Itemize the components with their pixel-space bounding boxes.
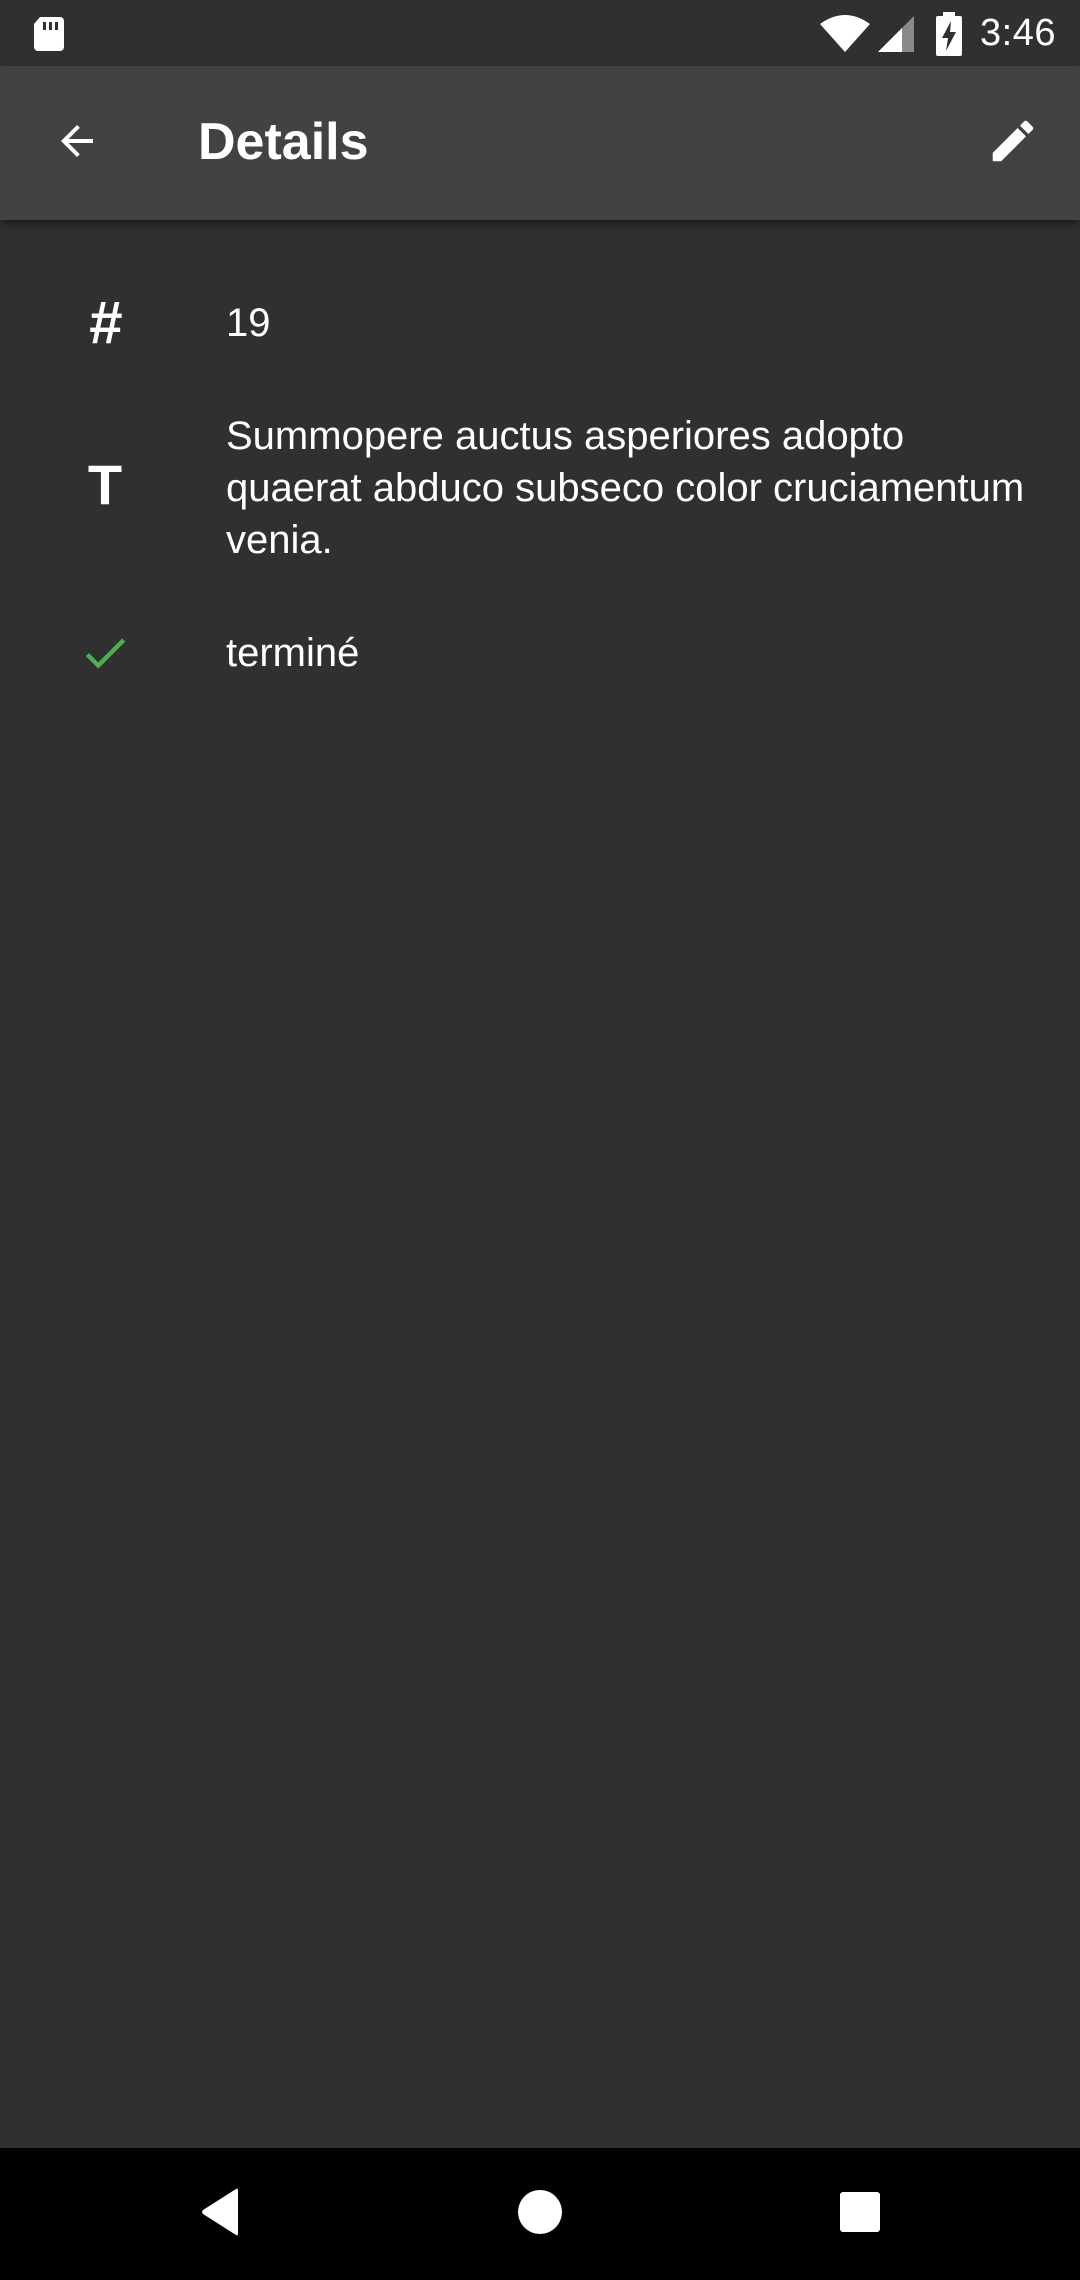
status-value: terminé: [226, 631, 360, 675]
text-type-icon: T: [87, 453, 123, 516]
status-clock: 3:46: [980, 12, 1056, 54]
system-nav-bar: [0, 2148, 1080, 2280]
pencil-icon: [986, 114, 1040, 173]
hash-icon: #: [88, 289, 122, 356]
app-bar: Details: [0, 66, 1080, 220]
battery-charging-icon: [934, 12, 964, 56]
wifi-icon: [818, 14, 872, 54]
check-icon: [72, 620, 138, 686]
arrow-back-icon: [53, 117, 101, 170]
back-triangle-icon: [198, 2187, 242, 2242]
nav-recents-button[interactable]: [820, 2178, 900, 2250]
nav-back-button[interactable]: [180, 2178, 260, 2250]
recents-square-icon: [839, 2191, 881, 2238]
nav-home-button[interactable]: [500, 2178, 580, 2250]
home-circle-icon: [517, 2189, 563, 2240]
status-bar: 3:46: [0, 0, 1080, 66]
back-button[interactable]: [42, 108, 112, 178]
edit-button[interactable]: [978, 108, 1048, 178]
details-screen: 3:46 Details # 19 T Summopere auctus asp…: [0, 0, 1080, 2280]
text-value: Summopere auctus asperiores adopto quaer…: [226, 414, 1025, 562]
cell-signal-icon: [876, 14, 916, 54]
page-title: Details: [198, 113, 369, 171]
sd-card-icon: [30, 14, 68, 52]
number-value: 19: [226, 301, 271, 345]
